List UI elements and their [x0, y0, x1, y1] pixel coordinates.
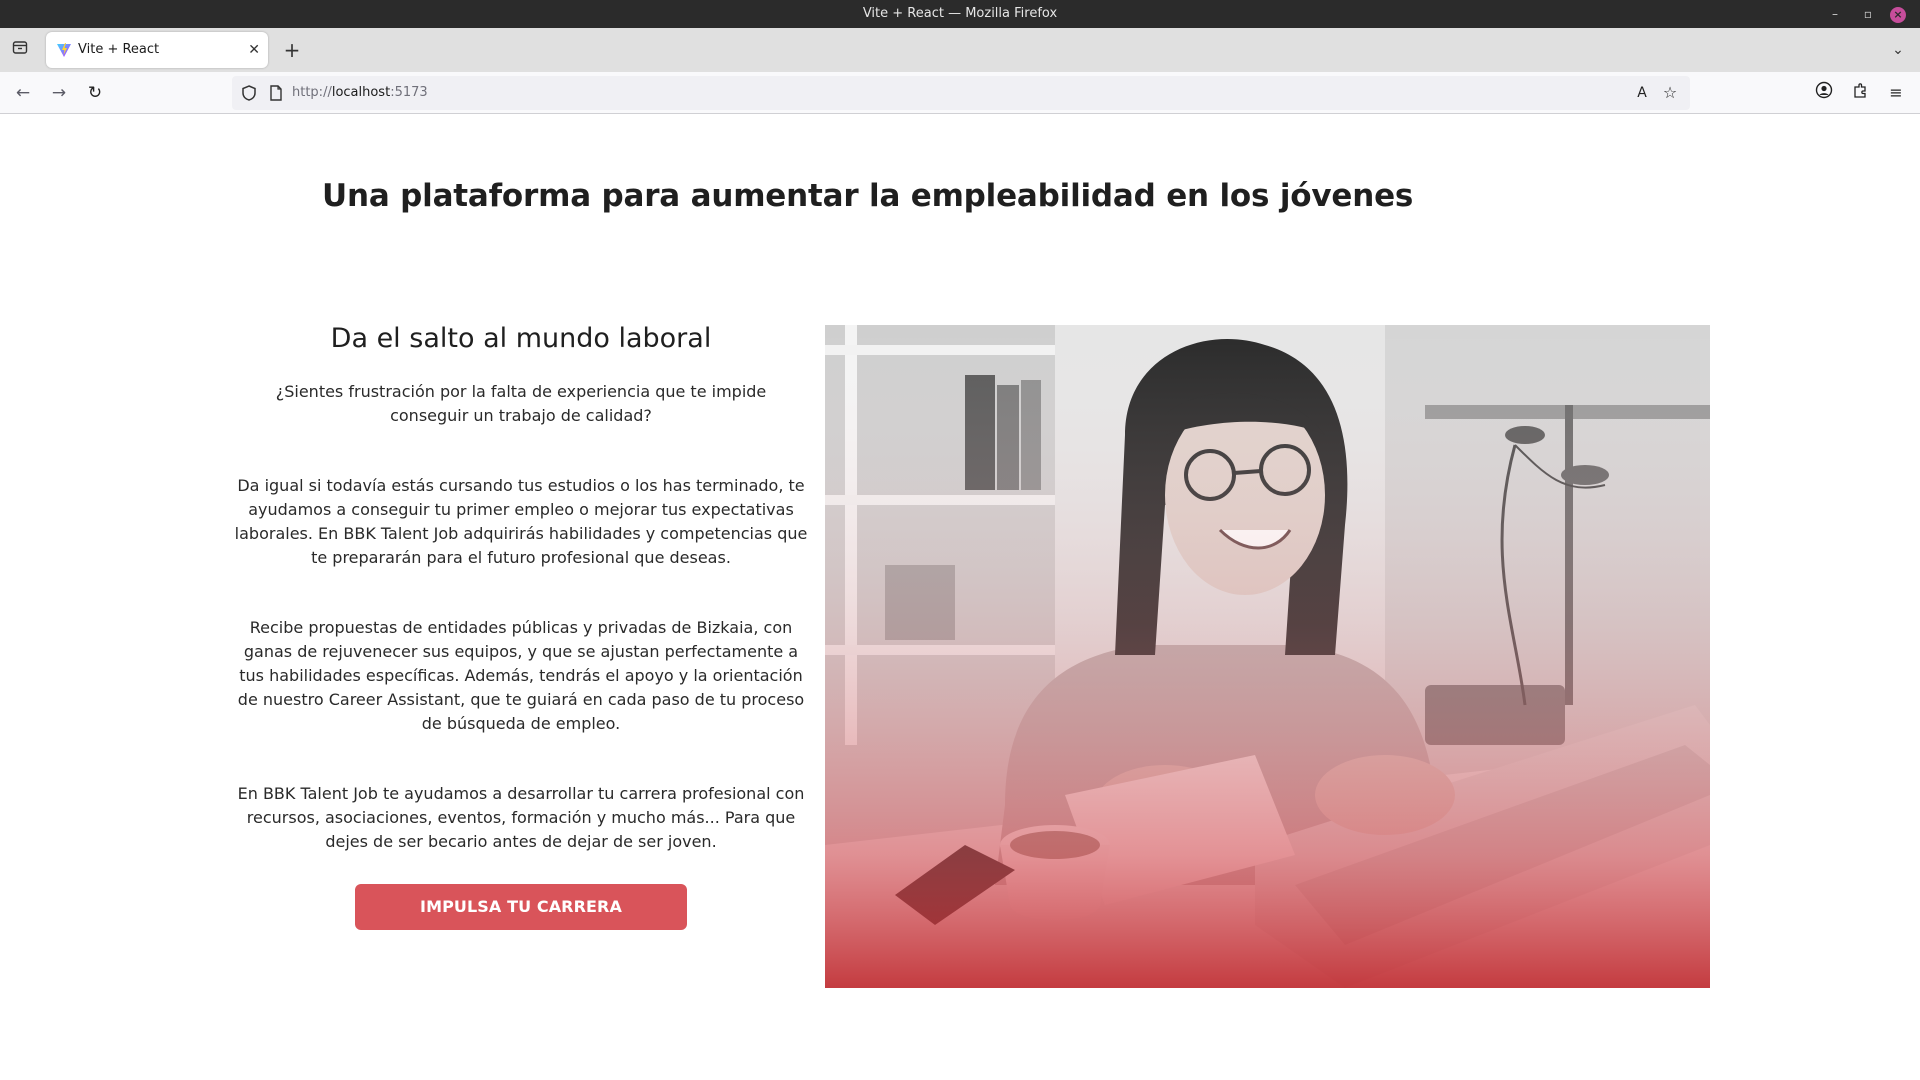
url-scheme: http://: [292, 85, 332, 100]
intro-paragraph-1: ¿Sientes frustración por la falta de exp…: [275, 382, 767, 425]
cta-button[interactable]: IMPULSA TU CARRERA PROFESIONAL: [355, 884, 687, 962]
window-titlebar: Vite + React — Mozilla Firefox – ▫ ×: [0, 0, 1920, 28]
vite-logo-icon: [57, 43, 71, 57]
intro-paragraph-3: Recibe propuestas de entidades públicas …: [237, 618, 805, 733]
close-icon[interactable]: ×: [1885, 0, 1911, 28]
back-icon[interactable]: ←: [10, 81, 36, 105]
new-tab-icon[interactable]: +: [280, 38, 304, 62]
tab-strip: Vite + React ✕ + ⌄: [0, 28, 1920, 72]
url-bar[interactable]: http://localhost:5173 A ☆: [232, 76, 1690, 110]
intro-paragraph-4: En BBK Talent Job te ayudamos a desarrol…: [237, 784, 805, 851]
extensions-icon[interactable]: [1848, 81, 1872, 105]
forward-icon[interactable]: →: [46, 81, 72, 105]
navigation-toolbar: ← → ↻ http://localhost:5173 A ☆ ≡: [0, 72, 1920, 114]
shield-icon[interactable]: [240, 84, 258, 102]
tab-close-icon[interactable]: ✕: [248, 32, 260, 68]
url-host: localhost: [331, 85, 391, 100]
page-content: Una plataforma para aumentar la empleabi…: [0, 114, 1920, 1080]
hero-image: [825, 325, 1710, 988]
section-subtitle: Da el salto al mundo laboral: [330, 323, 712, 354]
tab-title: Vite + React: [78, 42, 160, 57]
window-title: Vite + React — Mozilla Firefox: [862, 6, 1058, 21]
tab-vite-react[interactable]: Vite + React ✕: [46, 32, 268, 68]
url-text[interactable]: http://localhost:5173: [292, 76, 428, 110]
intro-paragraph-2: Da igual si todavía estás cursando tus e…: [234, 476, 808, 567]
page-title: Una plataforma para aumentar la empleabi…: [322, 178, 1414, 214]
menu-icon[interactable]: ≡: [1884, 81, 1908, 105]
reload-icon[interactable]: ↻: [82, 81, 108, 105]
chevron-down-icon[interactable]: ⌄: [1886, 38, 1910, 62]
tab-overview-icon[interactable]: [8, 38, 32, 62]
maximize-icon[interactable]: ▫: [1855, 0, 1881, 28]
intro-column: Da el salto al mundo laboral ¿Sientes fr…: [230, 322, 812, 962]
minimize-icon[interactable]: –: [1822, 0, 1848, 28]
translate-icon[interactable]: A: [1632, 83, 1652, 103]
url-port: :5173: [390, 85, 428, 100]
account-icon[interactable]: [1812, 81, 1836, 105]
star-icon[interactable]: ☆: [1660, 83, 1680, 103]
page-icon[interactable]: [268, 84, 284, 102]
